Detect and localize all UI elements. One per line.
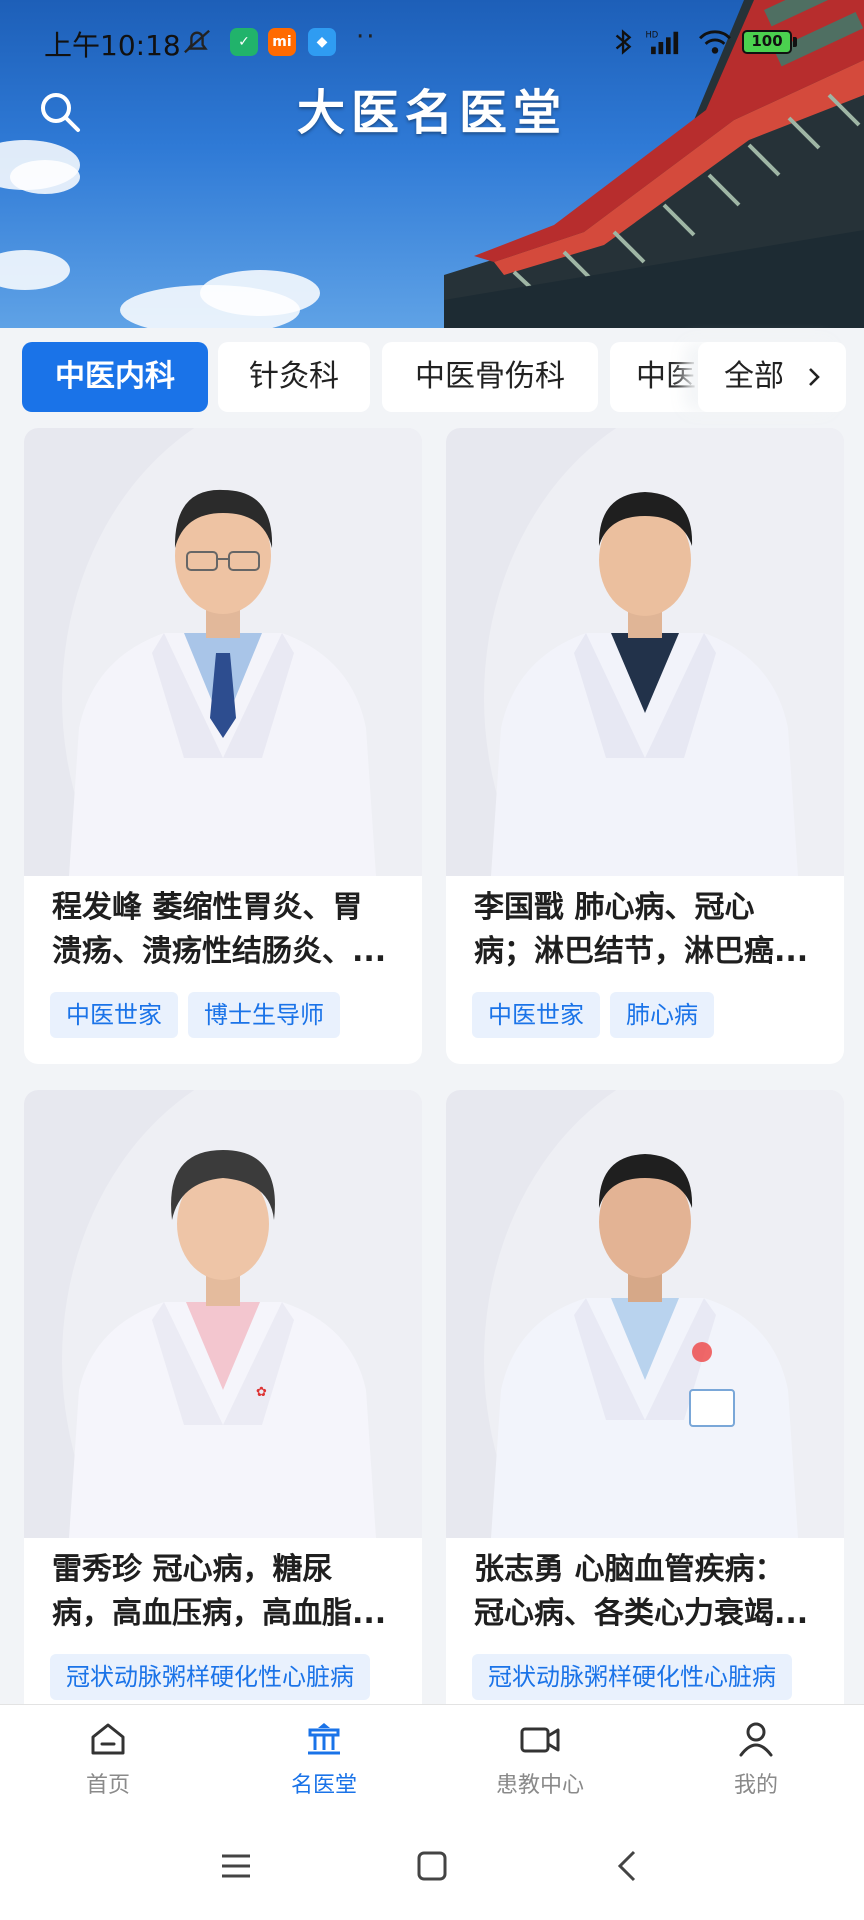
- doctor-specialty-cont: 病，高血压病，高血脂...: [52, 1596, 387, 1631]
- nav-hall[interactable]: 名医堂: [254, 1719, 394, 1815]
- doctor-tag: 冠状动脉粥样硬化性心脏病: [472, 1654, 792, 1700]
- svg-text:HD: HD: [645, 29, 658, 39]
- mi-app-icon: mi: [268, 28, 296, 56]
- bottom-nav: 首页 名医堂 患教中心 我的: [0, 1704, 864, 1816]
- system-nav-bar: [0, 1816, 864, 1920]
- hall-icon: [308, 1723, 340, 1755]
- doctor-tag: 博士生导师: [188, 992, 340, 1038]
- wifi-icon: [699, 30, 731, 54]
- cloud-decoration: [10, 160, 80, 194]
- doctor-tag: 冠状动脉粥样硬化性心脏病: [50, 1654, 370, 1700]
- nav-home[interactable]: 首页: [38, 1719, 178, 1815]
- nav-label: 首页: [85, 1773, 130, 1798]
- tab-internal-medicine[interactable]: 中医内科: [22, 342, 208, 412]
- cloud-decoration: [0, 250, 70, 290]
- tab-orthopedics[interactable]: 中医骨伤科: [382, 342, 598, 412]
- header-banner: 上午10:18 ✓ mi ◆ ·· HD 100 大医名医堂: [0, 0, 864, 328]
- more-notifications-icon: ··: [356, 22, 377, 52]
- doctor-tag: 中医世家: [50, 992, 178, 1038]
- doctor-photo: [446, 428, 844, 876]
- video-icon: [520, 1727, 560, 1753]
- doctor-card[interactable]: 李国戬 肺心病、冠心 病；淋巴结节，淋巴癌... 中医世家 肺心病: [446, 428, 844, 1064]
- doctor-photo: ✿: [24, 1090, 422, 1538]
- doctor-card[interactable]: 张志勇 心脑血管疾病： 冠心病、各类心力衰竭... 冠状动脉粥样硬化性心脏病: [446, 1090, 844, 1730]
- doctor-specialty-cont: 冠心病、各类心力衰竭...: [474, 1596, 809, 1631]
- doctor-name: 李国戬: [474, 890, 564, 925]
- doctor-portrait-image: [491, 492, 798, 876]
- all-categories-button[interactable]: 全部: [698, 342, 846, 412]
- status-time: 上午10:18: [44, 29, 181, 62]
- home-square-icon[interactable]: [412, 1846, 452, 1886]
- nav-label: 名医堂: [290, 1773, 357, 1798]
- home-icon: [91, 1723, 125, 1755]
- doctor-name: 张志勇: [474, 1552, 564, 1587]
- doctor-info: 张志勇 心脑血管疾病： 冠心病、各类心力衰竭...: [474, 1548, 824, 1636]
- mute-bell-icon: [184, 29, 210, 54]
- doctor-specialty: 冠心病，糖尿: [152, 1552, 333, 1587]
- nav-label: 患教中心: [495, 1773, 584, 1798]
- app-title: 大医名医堂: [296, 85, 567, 141]
- doctor-tag: 肺心病: [610, 992, 714, 1038]
- doctor-card[interactable]: ✿ 雷秀珍 冠心病，糖尿 病，高血压病，高血脂... 冠状动脉粥样硬化性心脏病: [24, 1090, 422, 1730]
- doctor-specialty: 肺心病、冠心: [574, 890, 755, 925]
- doctor-info: 程发峰 萎缩性胃炎、胃 溃疡、溃疡性结肠炎、...: [52, 886, 402, 974]
- doctor-info: 李国戬 肺心病、冠心 病；淋巴结节，淋巴癌...: [474, 886, 824, 974]
- doctor-specialty: 心脑血管疾病：: [574, 1552, 785, 1587]
- bluetooth-icon: [615, 29, 632, 55]
- chevron-right-icon: [809, 368, 820, 386]
- svg-text:✿: ✿: [256, 1385, 267, 1400]
- menu-icon[interactable]: [216, 1846, 256, 1886]
- doctor-info: 雷秀珍 冠心病，糖尿 病，高血压病，高血脂...: [52, 1548, 402, 1636]
- doctor-specialty-cont: 病；淋巴结节，淋巴癌...: [474, 934, 809, 969]
- shield-app-icon: ✓: [230, 28, 258, 56]
- doctor-photo: [24, 428, 422, 876]
- nav-education-center[interactable]: 患教中心: [470, 1719, 610, 1815]
- category-tabs: 中医内科 针灸科 中医骨伤科 中医 全部: [0, 328, 864, 428]
- doctor-name: 程发峰: [52, 890, 142, 925]
- cloud-app-icon: ◆: [308, 28, 336, 56]
- back-icon[interactable]: [608, 1846, 648, 1886]
- tab-acupuncture[interactable]: 针灸科: [218, 342, 370, 412]
- doctor-portrait-image: ✿: [69, 1150, 376, 1538]
- cellular-signal-icon: HD: [645, 29, 679, 55]
- battery-level: 100: [751, 32, 783, 50]
- search-icon[interactable]: [36, 88, 84, 136]
- all-categories-label: 全部: [724, 359, 784, 394]
- nav-label: 我的: [733, 1773, 778, 1798]
- user-icon: [739, 1722, 773, 1757]
- nav-profile[interactable]: 我的: [686, 1719, 826, 1815]
- doctor-portrait-image: [69, 489, 376, 876]
- doctor-portrait-image: [491, 1154, 798, 1538]
- doctor-photo: [446, 1090, 844, 1538]
- doctor-specialty: 萎缩性胃炎、胃: [152, 890, 363, 925]
- doctor-card[interactable]: 程发峰 萎缩性胃炎、胃 溃疡、溃疡性结肠炎、... 中医世家 博士生导师: [24, 428, 422, 1064]
- cloud-decoration: [200, 270, 320, 316]
- status-bar: 上午10:18 ✓ mi ◆ ·· HD 100: [0, 0, 864, 84]
- doctor-tag: 中医世家: [472, 992, 600, 1038]
- doctor-specialty-cont: 溃疡、溃疡性结肠炎、...: [52, 934, 387, 969]
- doctor-name: 雷秀珍: [52, 1552, 142, 1587]
- battery-cap: [793, 37, 797, 47]
